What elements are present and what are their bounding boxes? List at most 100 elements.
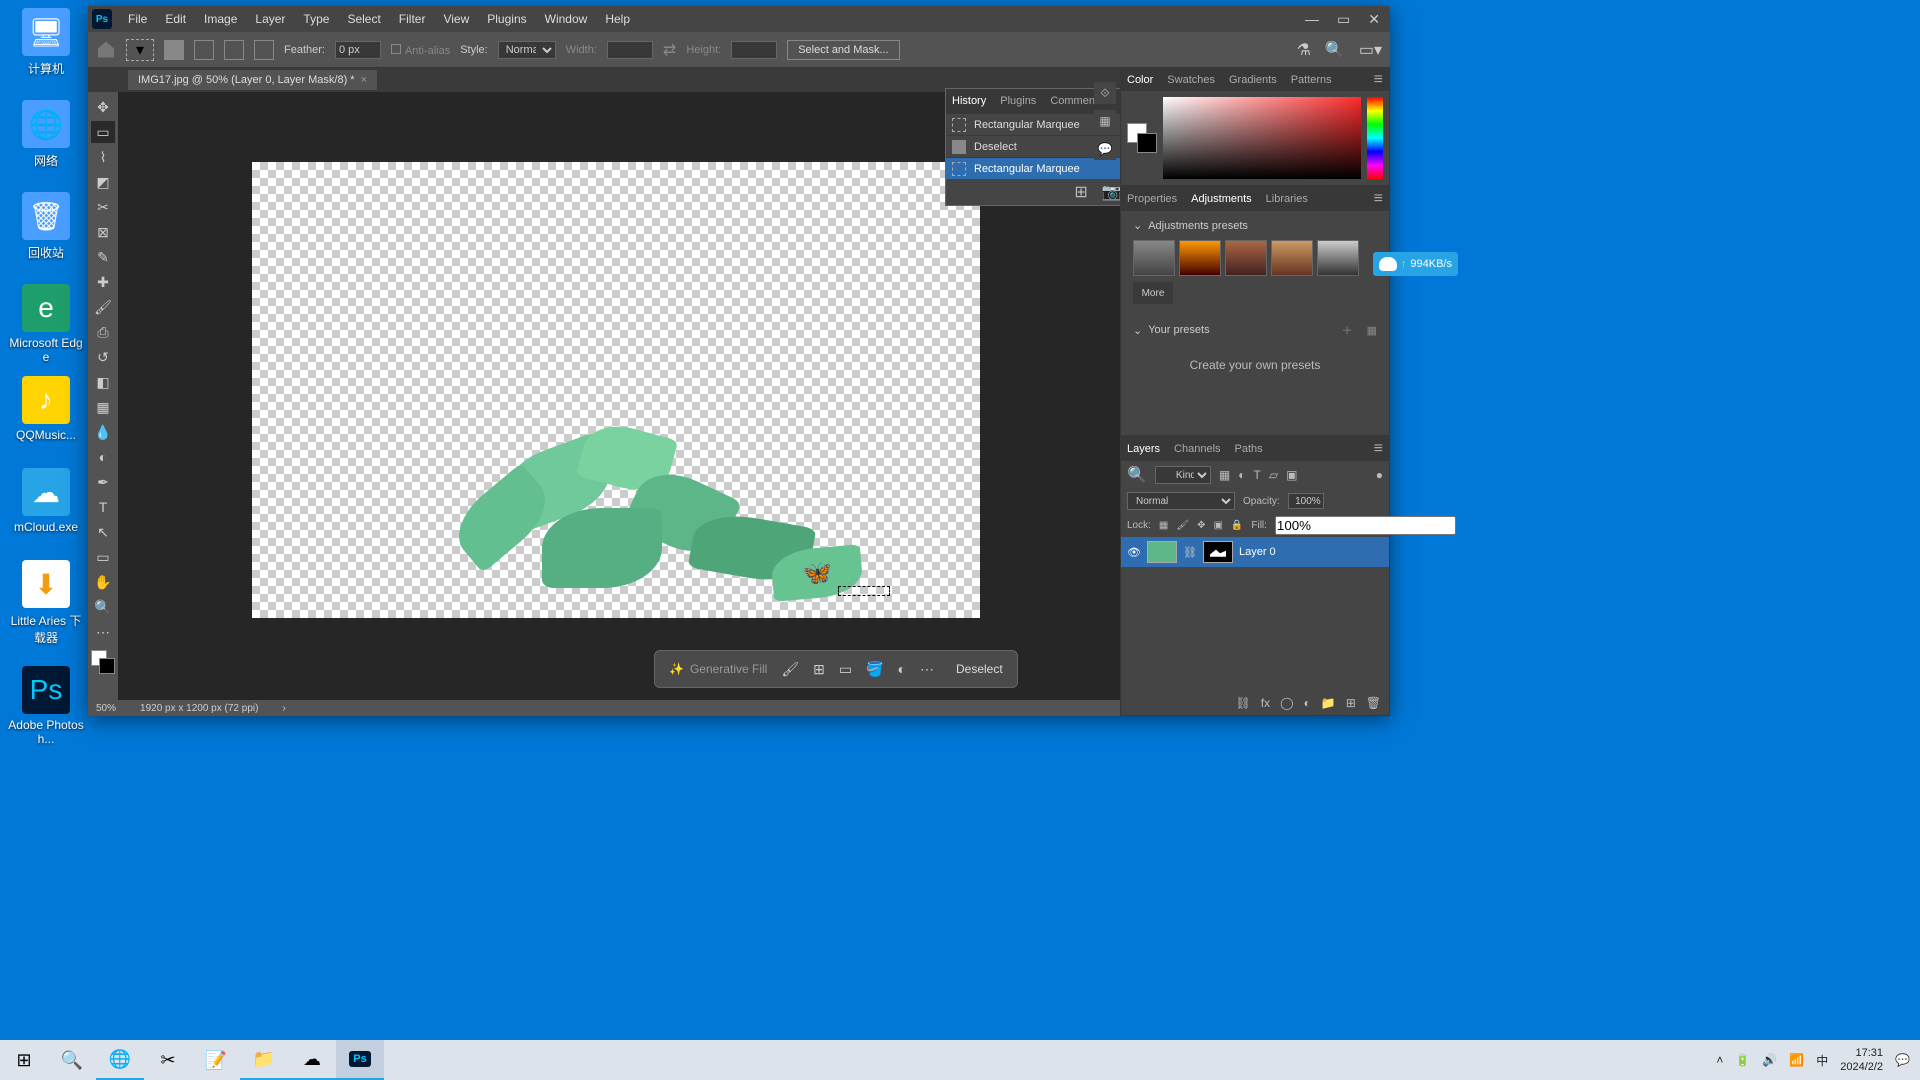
tool-eraser[interactable]: ◧ (91, 371, 115, 393)
antialias-checkbox[interactable]: Anti-alias (391, 41, 450, 59)
history-snapshot-icon[interactable]: ⊞ (1074, 182, 1087, 202)
menu-type[interactable]: Type (295, 12, 337, 26)
desktop-icon-edge[interactable]: eMicrosoft Edge (8, 284, 84, 364)
menu-layer[interactable]: Layer (247, 12, 293, 26)
lock-position-icon[interactable]: ✥ (1197, 520, 1205, 531)
menu-image[interactable]: Image (196, 12, 245, 26)
taskbar-edge[interactable]: 🌐 (96, 1040, 144, 1080)
menu-window[interactable]: Window (537, 12, 596, 26)
ctx-bucket-icon[interactable]: 🪣 (866, 661, 883, 678)
hue-slider[interactable] (1367, 97, 1383, 179)
tool-dodge[interactable]: ◐ (91, 446, 115, 468)
tool-lasso[interactable]: ⌇ (91, 146, 115, 168)
tool-blur[interactable]: 💧 (91, 421, 115, 443)
tab-swatches[interactable]: Swatches (1167, 74, 1215, 86)
tray-ime[interactable]: 中 (1816, 1052, 1828, 1069)
tray-battery-icon[interactable]: 🔋 (1735, 1053, 1750, 1067)
tool-marquee[interactable]: ▭ (91, 121, 115, 143)
status-info[interactable]: 1920 px x 1200 px (72 ppi) (140, 703, 258, 714)
tool-move[interactable]: ✥ (91, 96, 115, 118)
selection-new-icon[interactable] (164, 40, 184, 60)
adj-layer-icon[interactable]: ◐ (1304, 696, 1311, 710)
dock-comments-icon[interactable]: 💬 (1094, 138, 1116, 160)
status-zoom[interactable]: 50% (96, 703, 116, 714)
tool-pen[interactable]: ✒ (91, 471, 115, 493)
start-button[interactable]: ⊞ (0, 1040, 48, 1080)
selection-subtract-icon[interactable] (224, 40, 244, 60)
tab-plugins[interactable]: Plugins (1000, 95, 1036, 107)
tool-frame[interactable]: ⊠ (91, 221, 115, 243)
ctx-crop-icon[interactable]: ⊞ (813, 661, 825, 678)
tray-volume-icon[interactable]: 🔊 (1762, 1053, 1777, 1067)
panel-menu-icon[interactable]: ≡ (1374, 440, 1383, 458)
fx-icon[interactable]: fx (1261, 696, 1270, 710)
layer-row[interactable]: 👁 ⛓ Layer 0 (1121, 537, 1389, 567)
tool-path[interactable]: ↖ (91, 521, 115, 543)
panel-menu-icon[interactable]: ≡ (1374, 71, 1383, 89)
tool-gradient[interactable]: ▦ (91, 396, 115, 418)
menu-help[interactable]: Help (597, 12, 638, 26)
visibility-icon[interactable]: 👁 (1127, 546, 1141, 559)
beaker-icon[interactable]: ⚗ (1297, 40, 1311, 60)
tool-crop[interactable]: ✂ (91, 196, 115, 218)
selection-add-icon[interactable] (194, 40, 214, 60)
status-arrow-icon[interactable]: › (282, 703, 285, 714)
filter-adj-icon[interactable]: ◐ (1238, 468, 1245, 482)
minimize-icon[interactable]: — (1305, 11, 1319, 28)
tray-notifications-icon[interactable]: 💬 (1895, 1053, 1910, 1067)
select-and-mask-button[interactable]: Select and Mask... (787, 40, 900, 60)
tool-type[interactable]: T (91, 496, 115, 518)
tray-chevron-icon[interactable]: ˄ (1716, 1053, 1723, 1067)
tool-clone[interactable]: ⎙ (91, 321, 115, 343)
feather-input[interactable] (335, 41, 381, 59)
menu-file[interactable]: File (120, 12, 155, 26)
selection-intersect-icon[interactable] (254, 40, 274, 60)
tool-brush[interactable]: 🖌 (91, 296, 115, 318)
desktop-icon-recycle[interactable]: 🗑回收站 (8, 192, 84, 261)
history-camera-icon[interactable]: 📷 (1102, 182, 1122, 202)
taskbar-snip[interactable]: ✂ (144, 1040, 192, 1080)
fg-bg-colors[interactable] (91, 650, 115, 674)
fill-input[interactable] (1275, 516, 1456, 535)
link-icon[interactable]: ⛓ (1183, 546, 1197, 559)
tab-close-icon[interactable]: × (361, 74, 367, 86)
lock-pixels-icon[interactable]: ▦ (1159, 520, 1168, 531)
tool-more[interactable]: ⋯ (91, 621, 115, 643)
tool-hand[interactable]: ✋ (91, 571, 115, 593)
mask-icon[interactable]: ◯ (1280, 696, 1293, 710)
lock-brush-icon[interactable]: 🖌 (1176, 520, 1189, 531)
tool-history-brush[interactable]: ↺ (91, 346, 115, 368)
generative-fill-button[interactable]: ✨Generative Fill (669, 662, 767, 676)
document-tab[interactable]: IMG17.jpg @ 50% (Layer 0, Layer Mask/8) … (128, 70, 377, 90)
filter-smart-icon[interactable]: ▣ (1286, 468, 1297, 482)
desktop-icon-aries[interactable]: ⬇Little Aries 下载器 (8, 560, 84, 646)
filter-pixel-icon[interactable]: ▦ (1219, 468, 1230, 482)
adj-preset-thumb[interactable] (1179, 240, 1221, 276)
ctx-more-icon[interactable]: ⋯ (920, 661, 934, 678)
tray-wifi-icon[interactable]: 📶 (1789, 1053, 1804, 1067)
contextual-taskbar[interactable]: ✨Generative Fill 🖌 ⊞ ▭ 🪣 ◐ ⋯ Deselect (654, 650, 1018, 688)
grid-icon[interactable]: ▦ (1367, 324, 1377, 337)
adj-preset-thumb[interactable] (1317, 240, 1359, 276)
deselect-button[interactable]: Deselect (956, 662, 1003, 676)
taskbar-explorer[interactable]: 📁 (240, 1040, 288, 1080)
ctx-adj-icon[interactable]: ◐ (898, 661, 906, 677)
tab-history[interactable]: History (952, 95, 986, 107)
tool-object-select[interactable]: ◩ (91, 171, 115, 193)
opacity-input[interactable] (1288, 493, 1324, 509)
tab-layers[interactable]: Layers (1127, 443, 1160, 455)
adj-preset-thumb[interactable] (1225, 240, 1267, 276)
lock-artboard-icon[interactable]: ▣ (1213, 520, 1222, 531)
menu-plugins[interactable]: Plugins (479, 12, 534, 26)
dock-libraries-icon[interactable]: ▦ (1094, 110, 1116, 132)
adj-preset-thumb[interactable] (1133, 240, 1175, 276)
ctx-brush-icon[interactable]: 🖌 (781, 661, 799, 678)
panel-menu-icon[interactable]: ≡ (1374, 190, 1383, 208)
desktop-icon-mcloud[interactable]: ☁mCloud.exe (8, 468, 84, 534)
tool-eyedropper[interactable]: ✎ (91, 246, 115, 268)
tray-clock[interactable]: 17:31 2024/2/2 (1840, 1046, 1883, 1074)
lock-all-icon[interactable]: 🔒 (1231, 520, 1243, 531)
color-field[interactable] (1163, 97, 1361, 179)
tab-patterns[interactable]: Patterns (1291, 74, 1332, 86)
adj-preset-thumb[interactable] (1271, 240, 1313, 276)
